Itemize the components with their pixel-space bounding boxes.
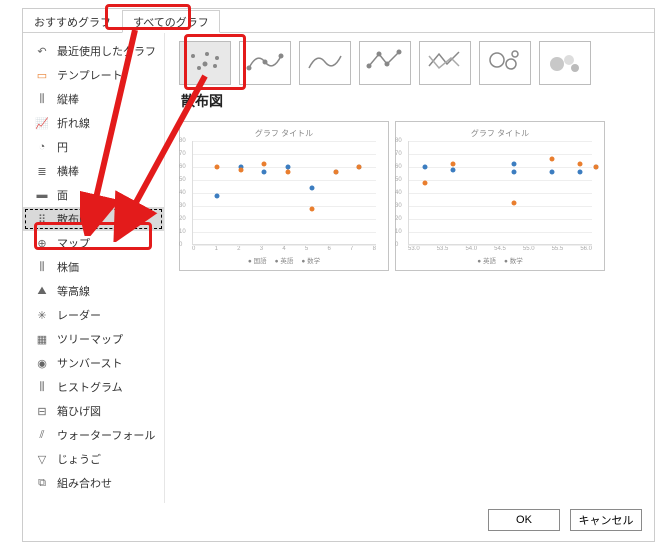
side-icon-8: ⊕ [33, 235, 51, 251]
scatter-subtype-6[interactable] [539, 41, 591, 85]
side-label: 折れ線 [57, 115, 90, 131]
side-label: ウォーターフォール [57, 427, 155, 443]
subtype-icon [485, 46, 525, 81]
side-icon-3: 📈 [33, 115, 51, 131]
scatter-subtype-4[interactable] [419, 41, 471, 85]
sidebar-item-17[interactable]: ▽ じょうご [23, 447, 164, 471]
sidebar-item-14[interactable]: ⫼ ヒストグラム [23, 375, 164, 399]
chart-preview-0[interactable]: グラフ タイトル 01020304050607080 012345678 ● 国… [179, 121, 389, 271]
scatter-subtype-1[interactable] [239, 41, 291, 85]
sidebar-item-7[interactable]: ⠿ 散布図 [23, 207, 164, 231]
side-label: マップ [57, 235, 90, 251]
xaxis: 012345678 [192, 246, 376, 252]
side-icon-1: ▭ [33, 67, 51, 83]
scatter-subtype-3[interactable] [359, 41, 411, 85]
side-icon-14: ⫼ [33, 379, 51, 395]
sidebar-item-2[interactable]: ⫼ 縦棒 [23, 87, 164, 111]
side-label: 円 [57, 139, 68, 155]
sidebar-item-13[interactable]: ◉ サンバースト [23, 351, 164, 375]
side-icon-9: ⫼ [33, 259, 51, 275]
side-label: 等高線 [57, 283, 90, 299]
side-label: 株価 [57, 259, 79, 275]
side-label: テンプレート [57, 67, 123, 83]
subtype-icon [245, 46, 285, 81]
side-icon-16: ⫽ [33, 427, 51, 443]
sidebar-item-9[interactable]: ⫼ 株価 [23, 255, 164, 279]
plot-area: 01020304050607080 [192, 141, 376, 245]
chart-previews: グラフ タイトル 01020304050607080 012345678 ● 国… [179, 121, 644, 271]
side-label: サンバースト [57, 355, 122, 371]
tab-all-charts[interactable]: すべてのグラフ [122, 10, 220, 33]
side-label: ツリーマップ [57, 331, 123, 347]
side-icon-5: ≣ [33, 163, 51, 179]
side-icon-11: ✳ [33, 307, 51, 323]
sidebar-item-18[interactable]: ⧉ 組み合わせ [23, 471, 164, 495]
sidebar-item-4[interactable]: ◔円 [23, 135, 164, 159]
side-icon-7: ⠿ [33, 211, 51, 227]
chart-category-sidebar: ↶最近使用したグラフ▭テンプレート⫼縦棒📈折れ線◔円≣横棒▬面⠿散布図⊕マップ⫼… [23, 33, 165, 503]
sidebar-item-15[interactable]: ⊟ 箱ひげ図 [23, 399, 164, 423]
chart-preview-1[interactable]: グラフ タイトル 01020304050607080 53.053.554.05… [395, 121, 605, 271]
side-icon-18: ⧉ [33, 475, 51, 491]
sidebar-item-8[interactable]: ⊕ マップ [23, 231, 164, 255]
side-icon-10: ⛰ [33, 283, 51, 299]
side-label: 横棒 [57, 163, 79, 179]
sidebar-item-3[interactable]: 📈 折れ線 [23, 111, 164, 135]
sidebar-item-11[interactable]: ✳ レーダー [23, 303, 164, 327]
preview-title: グラフ タイトル [188, 128, 380, 139]
scatter-subtype-5[interactable] [479, 41, 531, 85]
side-label: 面 [57, 187, 68, 203]
side-icon-0: ↶ [33, 43, 51, 59]
side-label: 縦棒 [57, 91, 79, 107]
side-icon-2: ⫼ [33, 91, 51, 107]
legend: ● 英語● 数学 [404, 255, 596, 265]
side-icon-6: ▬ [33, 187, 51, 203]
side-icon-13: ◉ [33, 355, 51, 371]
subtype-icon [185, 46, 225, 81]
sidebar-item-0[interactable]: ↶ 最近使用したグラフ [23, 39, 164, 63]
ok-button[interactable]: OK [488, 509, 560, 531]
side-icon-15: ⊟ [33, 403, 51, 419]
side-label: 組み合わせ [57, 475, 112, 491]
side-label: レーダー [57, 307, 101, 323]
subtype-icon [365, 46, 405, 81]
side-icon-17: ▽ [33, 451, 51, 467]
xaxis: 53.053.554.054.555.055.556.0 [408, 246, 592, 252]
tab-bar: おすすめグラフ すべてのグラフ [23, 9, 654, 33]
subtype-icon [545, 46, 585, 81]
side-icon-12: ▦ [33, 331, 51, 347]
dialog-footer: OK キャンセル [488, 509, 642, 531]
sidebar-item-6[interactable]: ▬面 [23, 183, 164, 207]
sidebar-item-10[interactable]: ⛰ 等高線 [23, 279, 164, 303]
scatter-subtype-2[interactable] [299, 41, 351, 85]
sidebar-item-1[interactable]: ▭ テンプレート [23, 63, 164, 87]
section-title: 散布図 [181, 91, 644, 111]
sidebar-item-16[interactable]: ⫽ ウォーターフォール [23, 423, 164, 447]
main-panel: 散布図 グラフ タイトル 01020304050607080 012345678… [165, 33, 654, 503]
side-label: 最近使用したグラフ [57, 43, 156, 59]
insert-chart-dialog: おすすめグラフ すべてのグラフ ↶ 最近使用したグラフ ▭ テンプレート ⫼ 縦棒 📈 折れ線… [22, 8, 655, 542]
side-label: じょうご [57, 451, 101, 467]
scatter-subtype-0[interactable] [179, 41, 231, 85]
scatter-subtype-row [179, 41, 644, 85]
side-icon-4: ◔ [33, 139, 51, 155]
cancel-button[interactable]: キャンセル [570, 509, 642, 531]
side-label: 散布図 [57, 211, 90, 227]
tab-recommended[interactable]: おすすめグラフ [23, 10, 122, 33]
side-label: ヒストグラム [57, 379, 123, 395]
preview-title: グラフ タイトル [404, 128, 596, 139]
subtype-icon [305, 46, 345, 81]
sidebar-item-5[interactable]: ≣ 横棒 [23, 159, 164, 183]
side-label: 箱ひげ図 [57, 403, 101, 419]
sidebar-item-12[interactable]: ▦ ツリーマップ [23, 327, 164, 351]
plot-area: 01020304050607080 [408, 141, 592, 245]
subtype-icon [425, 46, 465, 81]
legend: ● 国語● 英語● 数学 [188, 255, 380, 265]
